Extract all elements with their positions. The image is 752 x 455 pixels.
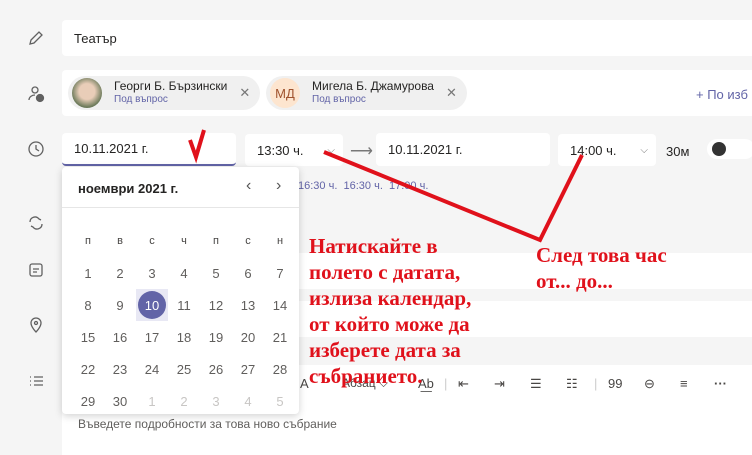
pointer-lines-annotation [323, 150, 584, 243]
checkmark-annotation [188, 129, 206, 164]
annotation-right: След това час от... до... [536, 243, 667, 293]
annotation-left: Натискайте в полето с датата, излиза кален… [309, 234, 472, 388]
